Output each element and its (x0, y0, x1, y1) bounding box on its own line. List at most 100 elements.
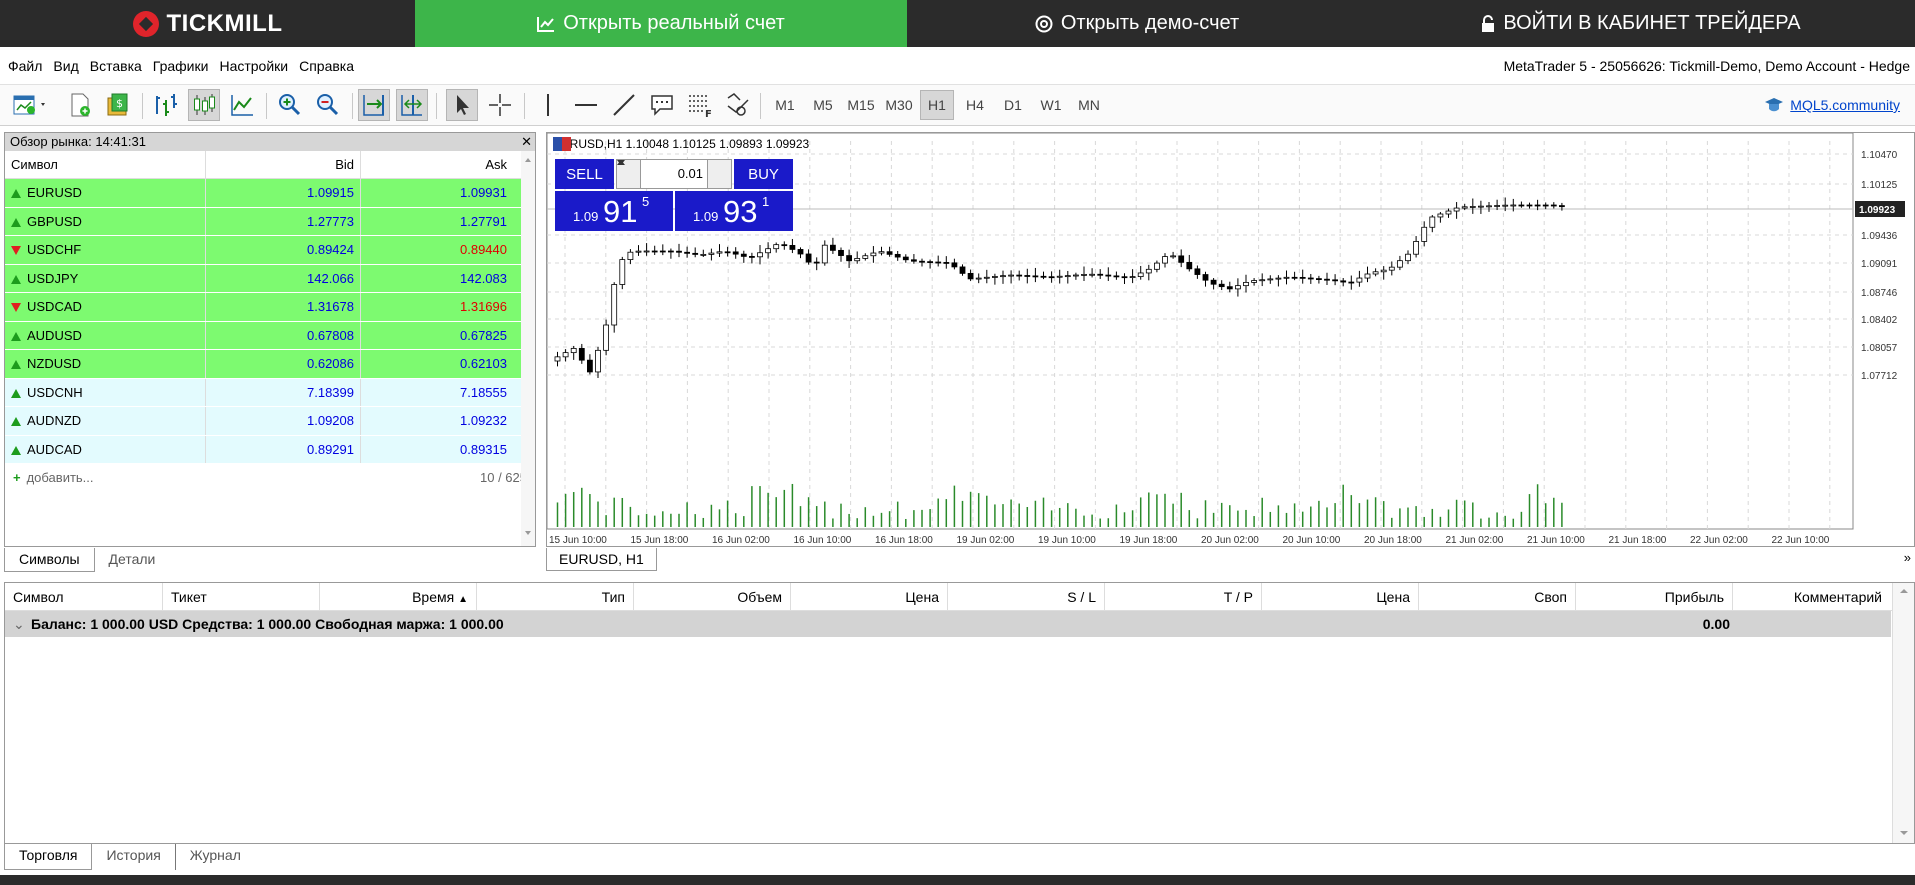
menu-settings[interactable]: Настройки (215, 58, 292, 74)
market-watch-scrollbar[interactable] (521, 151, 535, 546)
horizontal-line-button[interactable] (570, 89, 602, 121)
tab-trade[interactable]: Торговля (4, 844, 93, 870)
market-row-audcad[interactable]: AUDCAD 0.89291 0.89315 (5, 435, 535, 464)
cursor-button[interactable] (446, 89, 478, 121)
line-chart-button[interactable] (226, 89, 258, 121)
timeframe-w1[interactable]: W1 (1034, 90, 1068, 120)
mql5-community-link[interactable]: MQL5.community (1764, 96, 1900, 114)
market-row-audusd[interactable]: AUDUSD 0.67808 0.67825 (5, 321, 535, 350)
text-label-button[interactable] (646, 89, 678, 121)
col-sl[interactable]: S / L (948, 583, 1105, 610)
market-watch-title: Обзор рынка: 14:41:31 (10, 134, 146, 149)
lot-size-input[interactable]: 0.01 (641, 160, 707, 188)
timeframe-h4[interactable]: H4 (958, 90, 992, 120)
candle-body (740, 253, 747, 257)
col-volume[interactable]: Объем (634, 583, 791, 610)
col-current-price[interactable]: Цена (1262, 583, 1419, 610)
bar-chart-button[interactable] (150, 89, 182, 121)
time-axis-label: 15 Jun 10:00 (549, 535, 607, 546)
tab-history[interactable]: История (92, 844, 176, 870)
tickmill-logo[interactable]: TICKMILL (0, 0, 415, 47)
autoscroll-button[interactable] (358, 89, 390, 121)
timeframe-m5[interactable]: M5 (806, 90, 840, 120)
column-symbol[interactable]: Символ (5, 151, 205, 178)
col-profit[interactable]: Прибыль (1576, 583, 1733, 610)
candle-body (870, 252, 877, 257)
candle-body (805, 253, 812, 263)
buy-price-box[interactable]: 1.09 93 1 (675, 191, 793, 231)
money-icon: $ (107, 93, 128, 116)
chart-shift-button[interactable] (396, 89, 428, 121)
toolbox-scrollbar[interactable] (1892, 583, 1914, 843)
timeframe-m15[interactable]: M15 (844, 90, 878, 120)
buy-button[interactable]: BUY (734, 159, 793, 189)
timeframe-h1[interactable]: H1 (920, 90, 954, 120)
new-order-button[interactable] (64, 89, 96, 121)
col-comment[interactable]: Комментарий (1733, 583, 1890, 610)
market-row-gbpusd[interactable]: GBPUSD 1.27773 1.27791 (5, 207, 535, 236)
tab-journal[interactable]: Журнал (176, 844, 255, 870)
zoom-out-button[interactable] (312, 89, 344, 121)
menu-view[interactable]: Вид (49, 58, 82, 74)
lot-increase-button[interactable] (617, 160, 731, 188)
menu-charts[interactable]: Графики (149, 58, 213, 74)
chart-header: EURUSD,H1 1.10048 1.10125 1.09893 1.0992… (553, 137, 809, 151)
col-swap[interactable]: Своп (1419, 583, 1576, 610)
col-tp[interactable]: T / P (1105, 583, 1262, 610)
sell-price-box[interactable]: 1.09 91 5 (555, 191, 673, 231)
market-row-usdchf[interactable]: USDCHF 0.89424 0.89440 (5, 236, 535, 265)
timeframe-m1[interactable]: M1 (768, 90, 802, 120)
tab-details[interactable]: Детали (95, 548, 170, 572)
market-row-nzdusd[interactable]: NZDUSD 0.62086 0.62103 (5, 350, 535, 379)
col-price[interactable]: Цена (791, 583, 948, 610)
trader-cabinet-button[interactable]: ВОЙТИ В КАБИНЕТ ТРЕЙДЕРА (1367, 0, 1915, 47)
candle-body (846, 255, 853, 262)
timeframe-mn[interactable]: MN (1072, 90, 1106, 120)
vertical-line-button[interactable] (532, 89, 564, 121)
open-demo-account-button[interactable]: Открыть демо-счет (907, 0, 1367, 47)
close-icon[interactable]: ✕ (521, 133, 532, 151)
candlestick-chart-button[interactable] (188, 89, 220, 121)
column-bid[interactable]: Bid (205, 151, 360, 178)
candle-body (684, 251, 691, 254)
market-row-eurusd[interactable]: EURUSD 1.09915 1.09931 (5, 179, 535, 208)
sell-button[interactable]: SELL (555, 159, 614, 189)
market-row-usdjpy[interactable]: USDJPY 142.066 142.083 (5, 264, 535, 293)
menu-file[interactable]: Файл (4, 58, 46, 74)
chart-tab-eurusd-h1[interactable]: EURUSD, H1 (546, 548, 657, 571)
market-row-usdcad[interactable]: USDCAD 1.31678 1.31696 (5, 293, 535, 322)
bars-icon (156, 94, 177, 116)
zoom-in-button[interactable] (274, 89, 306, 121)
candle-body (1445, 210, 1452, 215)
crosshair-button[interactable] (484, 89, 516, 121)
col-type[interactable]: Тип (477, 583, 634, 610)
trend-line-icon (613, 94, 635, 116)
market-row-usdcnh[interactable]: USDCNH 7.18399 7.18555 (5, 378, 535, 407)
open-real-account-button[interactable]: Открыть реальный счет (415, 0, 907, 47)
timeframe-d1[interactable]: D1 (996, 90, 1030, 120)
add-symbol-row[interactable]: + добавить... 10 / 625 (5, 464, 535, 492)
strategy-tester-button[interactable]: $ (102, 89, 134, 121)
price-level-label: 1.10125 (1861, 180, 1898, 191)
candle-body (765, 248, 772, 254)
balance-row[interactable]: ⌄ Баланс: 1 000.00 USD Средства: 1 000.0… (5, 611, 1891, 637)
column-ask[interactable]: Ask (360, 151, 515, 178)
tab-symbols[interactable]: Символы (4, 548, 95, 572)
market-row-audnzd[interactable]: AUDNZD 1.09208 1.09232 (5, 407, 535, 436)
timeframe-m30[interactable]: M30 (882, 90, 916, 120)
trend-line-button[interactable] (608, 89, 640, 121)
objects-button[interactable] (722, 89, 754, 121)
chevron-right-icon[interactable]: » (1904, 550, 1911, 565)
candle-body (821, 244, 828, 264)
menu-insert[interactable]: Вставка (86, 58, 146, 74)
candle-body (700, 253, 707, 256)
chart-window[interactable]: 1.10470 1.10125 1.09923 1.09436 1.09091 1.087… (546, 132, 1915, 547)
col-time[interactable]: Время ▲ (320, 583, 477, 610)
menu-help[interactable]: Справка (295, 58, 358, 74)
price-level-label: 1.08746 (1861, 288, 1898, 299)
collapse-icon[interactable]: ⌄ (5, 616, 25, 633)
new-chart-button[interactable] (8, 89, 52, 121)
fibonacci-button[interactable]: F (684, 89, 716, 121)
col-symbol[interactable]: Символ (5, 583, 163, 610)
col-ticket[interactable]: Тикет (163, 583, 320, 610)
